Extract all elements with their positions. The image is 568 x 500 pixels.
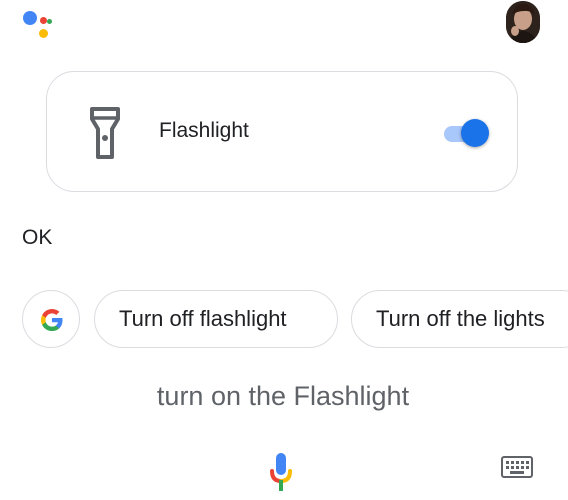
microphone-icon[interactable]	[270, 450, 292, 494]
flashlight-card: Flashlight	[46, 71, 518, 192]
logo-dot-green	[47, 19, 52, 24]
suggestion-chip-turn-off-flashlight[interactable]: Turn off flashlight	[94, 290, 338, 348]
flashlight-toggle[interactable]	[442, 119, 490, 147]
suggestion-chip-turn-off-lights[interactable]: Turn off the lights	[351, 290, 568, 348]
google-search-chip[interactable]	[22, 290, 80, 348]
google-g-icon	[41, 309, 63, 331]
flashlight-label: Flashlight	[159, 119, 249, 142]
suggestion-chips: Turn off flashlight Turn off the lights	[0, 289, 568, 349]
assistant-reply: OK	[22, 226, 53, 249]
avatar-photo-icon	[506, 1, 540, 43]
keyboard-icon[interactable]	[501, 456, 533, 478]
avatar[interactable]	[506, 1, 540, 43]
logo-dot-yellow	[39, 29, 48, 38]
toggle-thumb	[461, 119, 489, 147]
assistant-screen: Flashlight OK Turn off flashlight Turn o…	[0, 0, 568, 500]
flashlight-icon	[90, 107, 120, 159]
logo-dot-blue	[23, 11, 37, 25]
user-query: turn on the Flashlight	[0, 381, 568, 412]
logo-dot-red	[40, 17, 47, 24]
google-assistant-icon	[20, 6, 60, 42]
user-query-text: turn on the Flashlight	[156, 381, 410, 411]
